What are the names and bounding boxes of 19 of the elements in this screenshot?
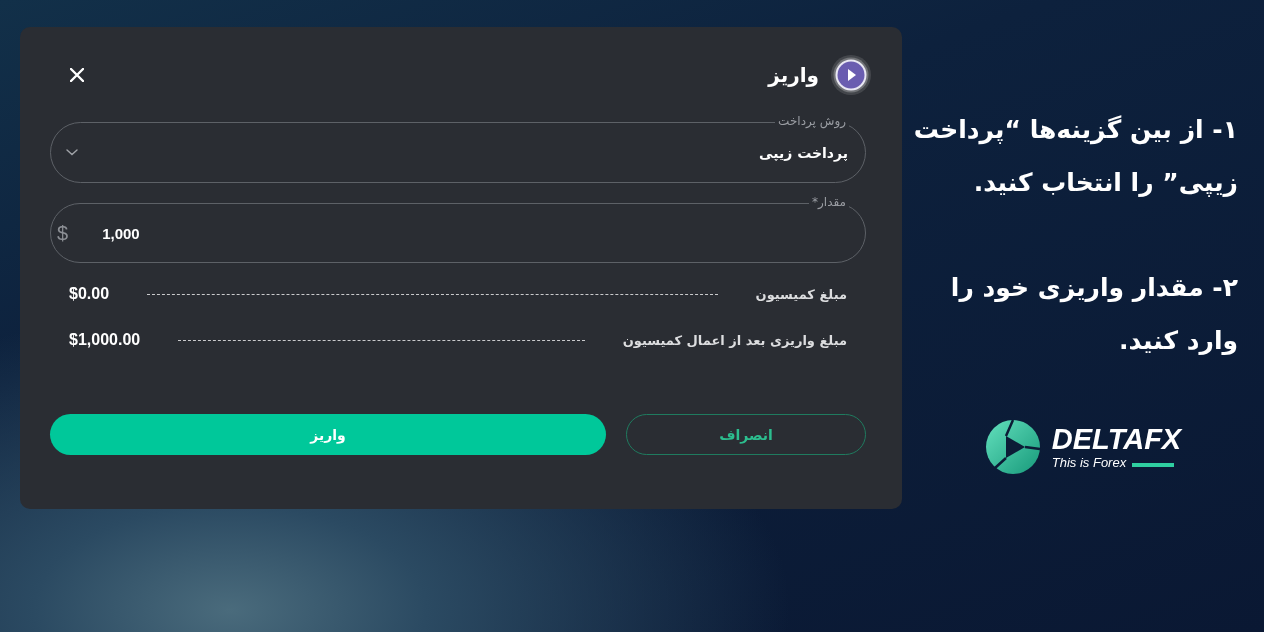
summary-label: مبلغ کمیسیون bbox=[755, 286, 847, 302]
currency-symbol: $ bbox=[57, 221, 69, 245]
logo-tagline: This is Forex bbox=[1051, 455, 1127, 471]
summary-value: $1,000.00 bbox=[69, 331, 141, 349]
summary-value: $0.00 bbox=[69, 285, 110, 303]
field-label: روش پرداخت bbox=[775, 113, 849, 130]
field-label: مقدار* bbox=[809, 194, 849, 211]
summary-label: مبلغ واریزی بعد از اعمال کمیسیون bbox=[622, 332, 847, 348]
play-icon bbox=[831, 55, 871, 95]
chevron-down-icon bbox=[66, 149, 78, 156]
instruction-text: ۱- از بین گزینه‌ها “پرداخت زیپی” را انتخاب کنید. bbox=[912, 114, 1238, 199]
instruction-text: ۲- مقدار واریزی خود را وارد کنید. bbox=[949, 272, 1238, 357]
close-icon bbox=[70, 68, 84, 82]
logo-mark-icon bbox=[984, 419, 1041, 475]
accent-bar bbox=[1132, 462, 1175, 467]
payment-method-select[interactable]: روش پرداخت پرداخت زیپی bbox=[50, 113, 866, 183]
logo-wordmark: DELTAFX bbox=[1051, 423, 1182, 455]
close-button[interactable] bbox=[70, 68, 84, 82]
dialog-title: واریز bbox=[768, 62, 819, 89]
